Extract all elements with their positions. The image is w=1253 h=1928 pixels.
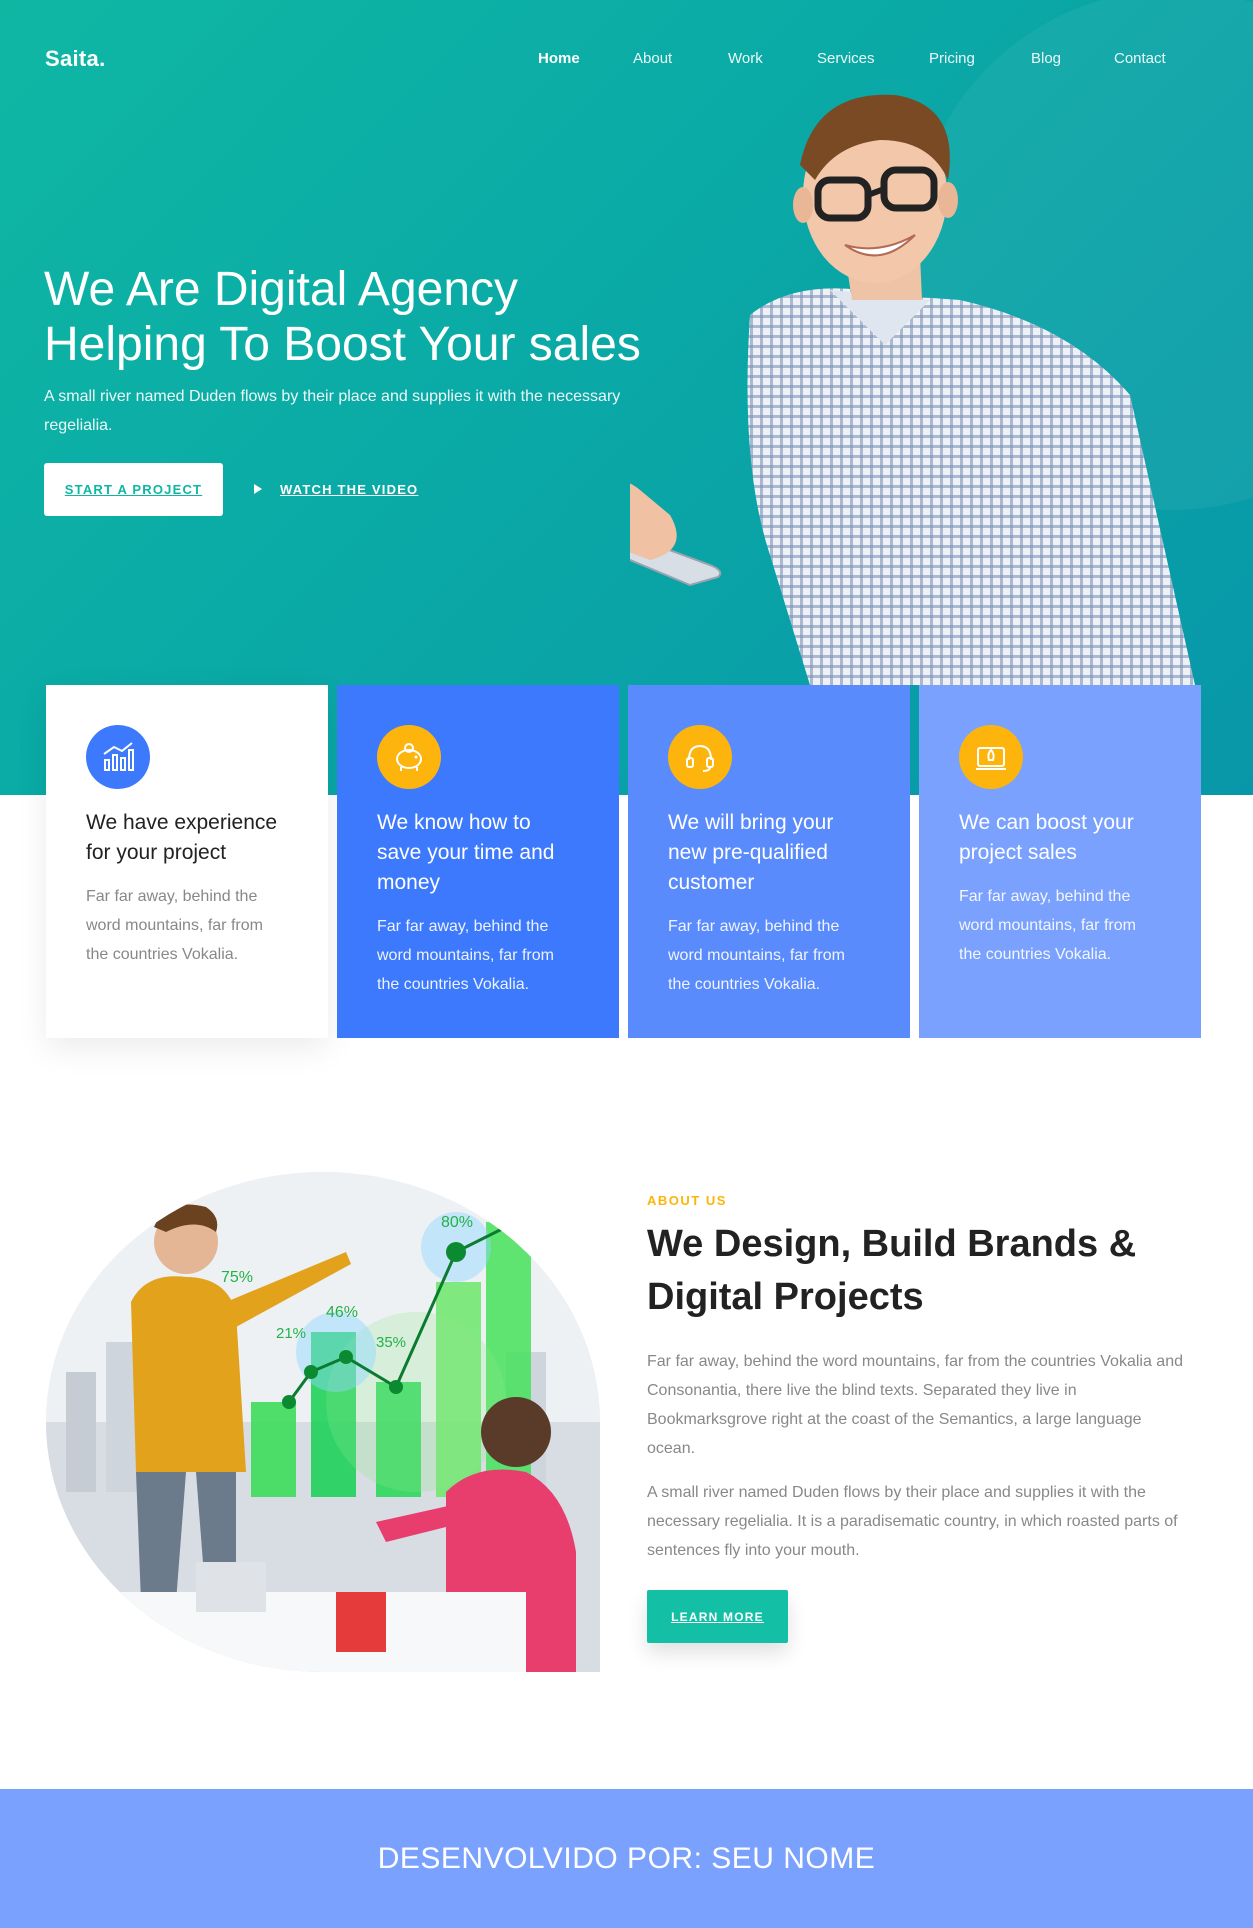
card-text: Far far away, behind the word mountains,… bbox=[86, 888, 263, 963]
footer-credit: DESENVOLVIDO POR: SEU NOME bbox=[377, 1841, 876, 1875]
nav-item-about[interactable]: About bbox=[633, 50, 672, 67]
nav-item-pricing[interactable]: Pricing bbox=[929, 50, 975, 67]
feature-card[interactable]: We have experience for your project Far … bbox=[46, 685, 328, 1038]
card-text: Far far away, behind the word mountains,… bbox=[959, 888, 1136, 963]
card-text: Far far away, behind the word mountains,… bbox=[377, 918, 554, 993]
rocket-icon bbox=[959, 725, 1023, 789]
about-image: 75% 21% 46% 35% 80% bbox=[46, 1172, 600, 1672]
feature-cards: We have experience for your project Far … bbox=[46, 685, 1202, 1038]
piggy-bank-icon bbox=[377, 725, 441, 789]
chart-label: 80% bbox=[441, 1214, 473, 1231]
card-title: We will bring your new pre-qualified cus… bbox=[668, 811, 834, 894]
chart-label: 21% bbox=[276, 1325, 306, 1342]
about-paragraph: Far far away, behind the word mountains,… bbox=[647, 1353, 1183, 1457]
start-project-button[interactable]: START A PROJECT bbox=[44, 463, 223, 516]
main-nav: Home About Work Services Pricing Blog Co… bbox=[0, 50, 1253, 70]
feature-card[interactable]: We will bring your new pre-qualified cus… bbox=[628, 685, 910, 1038]
card-title: We have experience for your project bbox=[86, 811, 278, 864]
nav-item-services[interactable]: Services bbox=[817, 50, 875, 67]
hero-person-image bbox=[630, 94, 1195, 685]
watch-video-label: WATCH THE VIDEO bbox=[280, 481, 419, 497]
about-title: We Design, Build Brands & Digital Projec… bbox=[647, 1223, 1137, 1318]
nav-item-home[interactable]: Home bbox=[538, 50, 580, 67]
hero-subtitle: A small river named Duden flows by their… bbox=[44, 388, 621, 434]
hero-title-line1: We Are Digital Agency bbox=[44, 263, 519, 316]
chart-label: 46% bbox=[326, 1304, 358, 1321]
play-icon bbox=[254, 484, 262, 494]
chart-label: 75% bbox=[221, 1269, 253, 1286]
card-title: We can boost your project sales bbox=[959, 811, 1134, 864]
learn-more-button[interactable]: LEARN MORE bbox=[647, 1590, 788, 1643]
nav-item-work[interactable]: Work bbox=[728, 50, 763, 67]
footer: DESENVOLVIDO POR: SEU NOME bbox=[0, 1789, 1253, 1928]
feature-card[interactable]: We can boost your project sales Far far … bbox=[919, 685, 1201, 1038]
feature-card[interactable]: We know how to save your time and money … bbox=[337, 685, 619, 1038]
about-paragraph: A small river named Duden flows by their… bbox=[647, 1484, 1178, 1559]
nav-item-blog[interactable]: Blog bbox=[1031, 50, 1061, 67]
watch-video-button[interactable]: WATCH THE VIDEO bbox=[254, 478, 418, 500]
hero-title-line2: Helping To Boost Your sales bbox=[44, 318, 641, 371]
headset-icon bbox=[668, 725, 732, 789]
about-tag: ABOUT US bbox=[647, 1193, 727, 1208]
card-title: We know how to save your time and money bbox=[377, 811, 555, 894]
hero-section: Saita. Home About Work Services Pricing … bbox=[0, 0, 1253, 795]
card-text: Far far away, behind the word mountains,… bbox=[668, 918, 845, 993]
chart-icon bbox=[86, 725, 150, 789]
chart-label: 35% bbox=[376, 1334, 406, 1351]
nav-item-contact[interactable]: Contact bbox=[1114, 50, 1166, 67]
